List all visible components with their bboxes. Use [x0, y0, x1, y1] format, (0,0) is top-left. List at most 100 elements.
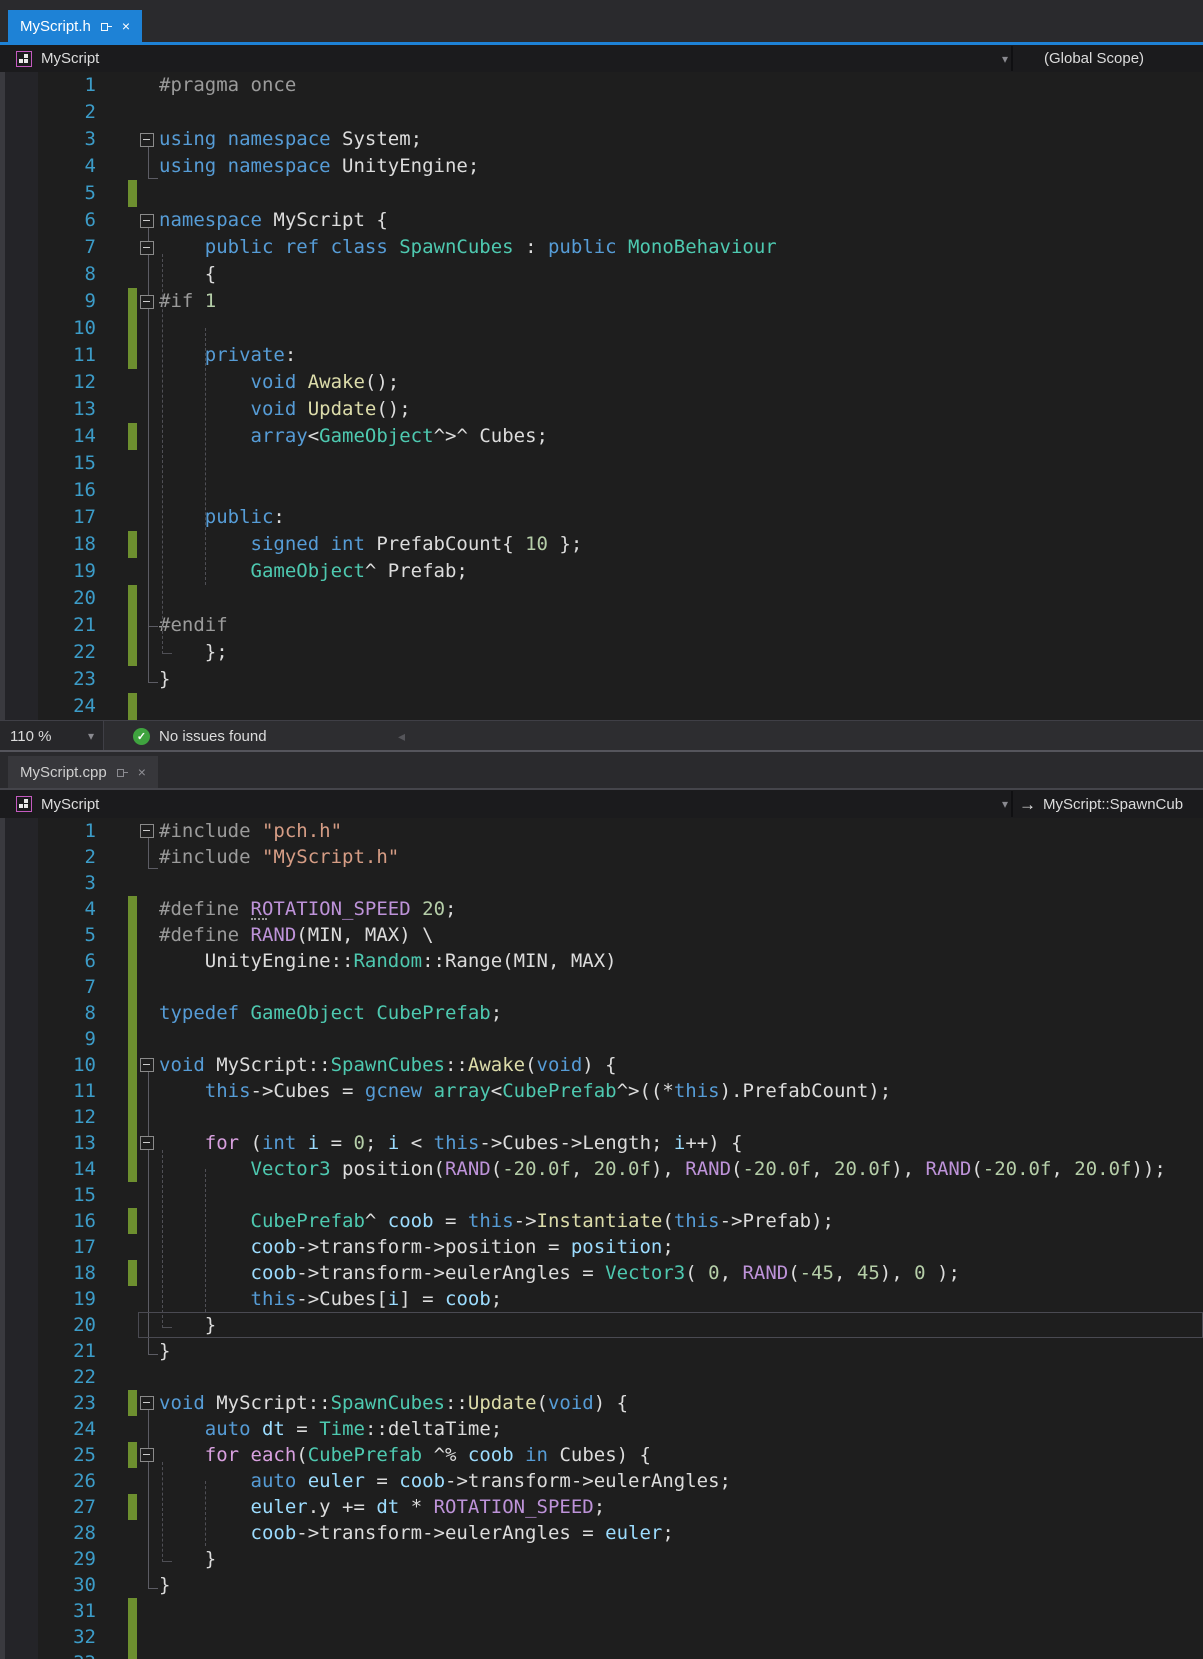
selection-margin[interactable] — [96, 1052, 128, 1078]
glyph-margin[interactable] — [0, 1364, 38, 1390]
line-number[interactable]: 28 — [38, 1520, 96, 1546]
selection-margin[interactable] — [96, 288, 128, 315]
selection-margin[interactable] — [96, 1000, 128, 1026]
line-number[interactable]: 17 — [38, 1234, 96, 1260]
code-line[interactable]: 22 }; — [0, 639, 1203, 666]
code-editor-myscript-h[interactable]: 1 #pragma once 2 3 using namespace System; 4 u… — [0, 72, 1203, 720]
glyph-margin[interactable] — [0, 1624, 38, 1650]
code-line[interactable]: 16 CubePrefab^ coob = this->Instantiate(… — [0, 1208, 1203, 1234]
selection-margin[interactable] — [96, 531, 128, 558]
line-number[interactable]: 27 — [38, 1494, 96, 1520]
selection-margin[interactable] — [96, 1390, 128, 1416]
selection-margin[interactable] — [96, 207, 128, 234]
selection-margin[interactable] — [96, 1312, 128, 1338]
line-number[interactable]: 12 — [38, 369, 96, 396]
code-line[interactable]: 19 GameObject^ Prefab; — [0, 558, 1203, 585]
code-line[interactable]: 17 coob->transform->position = position; — [0, 1234, 1203, 1260]
code-line[interactable]: 9 — [0, 1026, 1203, 1052]
code-line[interactable]: 8 { — [0, 261, 1203, 288]
selection-margin[interactable] — [96, 612, 128, 639]
line-number[interactable]: 13 — [38, 1130, 96, 1156]
selection-margin[interactable] — [96, 1624, 128, 1650]
code-line[interactable]: 6 UnityEngine::Random::Range(MIN, MAX) — [0, 948, 1203, 974]
line-number[interactable]: 31 — [38, 1598, 96, 1624]
selection-margin[interactable] — [96, 423, 128, 450]
code-line[interactable]: 14 array<GameObject^>^ Cubes; — [0, 423, 1203, 450]
line-number[interactable]: 21 — [38, 612, 96, 639]
line-number[interactable]: 9 — [38, 288, 96, 315]
tab-myscript-cpp[interactable]: MyScript.cpp × — [8, 756, 158, 788]
code-line[interactable]: 31 — [0, 1598, 1203, 1624]
code-line[interactable]: 29 } — [0, 1546, 1203, 1572]
line-number[interactable]: 4 — [38, 896, 96, 922]
glyph-margin[interactable] — [0, 1442, 38, 1468]
close-icon[interactable]: × — [122, 19, 130, 33]
code-line[interactable]: 2 #include "MyScript.h" — [0, 844, 1203, 870]
line-number[interactable]: 3 — [38, 870, 96, 896]
line-number[interactable]: 19 — [38, 558, 96, 585]
code-line[interactable]: 30} — [0, 1572, 1203, 1598]
glyph-margin[interactable] — [0, 1312, 38, 1338]
line-number[interactable]: 22 — [38, 1364, 96, 1390]
glyph-margin[interactable] — [0, 1026, 38, 1052]
code-line[interactable]: 15 — [0, 1182, 1203, 1208]
code-line[interactable]: 10 void MyScript::SpawnCubes::Awake(void)… — [0, 1052, 1203, 1078]
code-line[interactable]: 28 coob->transform->eulerAngles = euler; — [0, 1520, 1203, 1546]
scope-dropdown-1[interactable]: (Global Scope) — [1014, 45, 1203, 72]
glyph-margin[interactable] — [0, 922, 38, 948]
selection-margin[interactable] — [96, 922, 128, 948]
selection-margin[interactable] — [96, 153, 128, 180]
code-line[interactable]: 14 Vector3 position(RAND(-20.0f, 20.0f),… — [0, 1156, 1203, 1182]
code-line[interactable]: 13 void Update(); — [0, 396, 1203, 423]
line-number[interactable]: 16 — [38, 477, 96, 504]
glyph-margin[interactable] — [0, 1130, 38, 1156]
fold-collapse-icon[interactable] — [140, 240, 154, 255]
zoom-level-select[interactable]: 110 % ▾ — [0, 721, 104, 751]
pin-icon[interactable] — [116, 766, 129, 779]
line-number[interactable]: 11 — [38, 342, 96, 369]
code-line[interactable]: 10 — [0, 315, 1203, 342]
line-number[interactable]: 6 — [38, 207, 96, 234]
code-line[interactable]: 32 — [0, 1624, 1203, 1650]
selection-margin[interactable] — [96, 844, 128, 870]
fold-collapse-icon[interactable] — [140, 1058, 154, 1072]
line-number[interactable]: 20 — [38, 585, 96, 612]
selection-margin[interactable] — [96, 1494, 128, 1520]
selection-margin[interactable] — [96, 477, 128, 504]
glyph-margin[interactable] — [0, 423, 38, 450]
code-line[interactable]: 20 — [0, 585, 1203, 612]
line-number[interactable]: 2 — [38, 99, 96, 126]
glyph-margin[interactable] — [0, 1156, 38, 1182]
code-line[interactable]: 7 public ref class SpawnCubes : public M… — [0, 234, 1203, 261]
selection-margin[interactable] — [96, 1364, 128, 1390]
glyph-margin[interactable] — [0, 450, 38, 477]
line-number[interactable]: 17 — [38, 504, 96, 531]
selection-margin[interactable] — [96, 1104, 128, 1130]
code-line[interactable]: 21} — [0, 1338, 1203, 1364]
selection-margin[interactable] — [96, 504, 128, 531]
glyph-margin[interactable] — [0, 207, 38, 234]
code-line[interactable]: 18 signed int PrefabCount{ 10 }; — [0, 531, 1203, 558]
glyph-margin[interactable] — [0, 585, 38, 612]
glyph-margin[interactable] — [0, 1104, 38, 1130]
line-number[interactable]: 15 — [38, 450, 96, 477]
code-line[interactable]: 13 for (int i = 0; i < this->Cubes->Leng… — [0, 1130, 1203, 1156]
line-number[interactable]: 32 — [38, 1624, 96, 1650]
fold-collapse-icon[interactable] — [140, 213, 154, 228]
glyph-margin[interactable] — [0, 1598, 38, 1624]
line-number[interactable]: 6 — [38, 948, 96, 974]
code-line[interactable]: 23 void MyScript::SpawnCubes::Update(void… — [0, 1390, 1203, 1416]
line-number[interactable]: 8 — [38, 261, 96, 288]
selection-margin[interactable] — [96, 342, 128, 369]
line-number[interactable]: 21 — [38, 1338, 96, 1364]
glyph-margin[interactable] — [0, 666, 38, 693]
code-line[interactable]: 21 #endif — [0, 612, 1203, 639]
glyph-margin[interactable] — [0, 1338, 38, 1364]
line-number[interactable]: 24 — [38, 1416, 96, 1442]
glyph-margin[interactable] — [0, 844, 38, 870]
code-line[interactable]: 3 using namespace System; — [0, 126, 1203, 153]
code-line[interactable]: 12 void Awake(); — [0, 369, 1203, 396]
fold-collapse-icon[interactable] — [140, 1136, 154, 1150]
glyph-margin[interactable] — [0, 1468, 38, 1494]
glyph-margin[interactable] — [0, 948, 38, 974]
